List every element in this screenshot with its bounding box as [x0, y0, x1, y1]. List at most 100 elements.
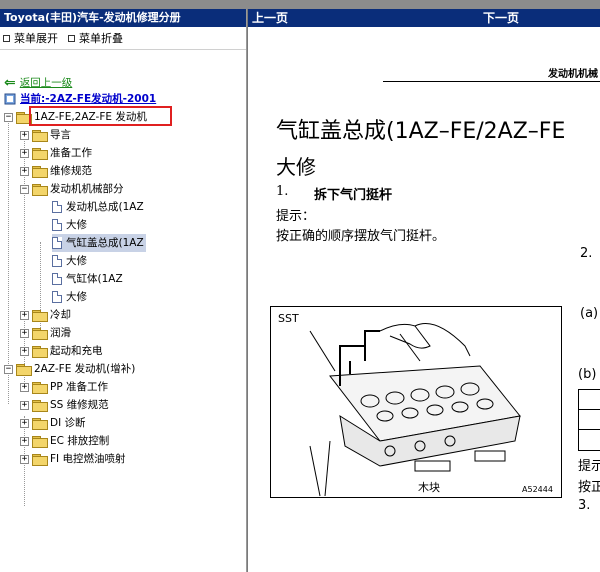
page-nav-bar: 上一页 下一页: [248, 9, 600, 27]
expand-node-icon[interactable]: +: [20, 130, 29, 140]
header-rule: [383, 81, 600, 82]
collapse-node-icon[interactable]: −: [20, 184, 29, 194]
tree-node-cylinder-block[interactable]: 气缸体(1AZ: [52, 270, 123, 288]
step-1-number: 1.: [276, 184, 289, 199]
page-icon: [52, 219, 62, 231]
tree-node-label: 大修: [66, 255, 87, 267]
tree-node-label: SS 维修规范: [50, 399, 109, 411]
folder-icon: [32, 327, 48, 340]
highlight-box: [29, 106, 172, 126]
tree-node-label: 冷却: [50, 309, 71, 321]
folder-icon: [32, 345, 48, 358]
expand-node-icon[interactable]: +: [20, 436, 29, 446]
open-folder-icon: [32, 183, 48, 196]
current-location-icon: [4, 93, 16, 105]
page-icon: [52, 273, 62, 285]
right-fragment-hint: 提示: [578, 459, 600, 474]
document-panel: 上一页 下一页 发动机机械 气缸盖总成(1AZ–FE/2AZ–FE 大修 1. …: [248, 9, 600, 572]
tree-node-label: 2AZ-FE 发动机(增补): [34, 363, 136, 375]
top-window-strip: [0, 0, 600, 9]
step-1-text: 拆下气门挺杆: [314, 188, 393, 203]
tree-node-label: 发动机机械部分: [50, 183, 124, 195]
folder-icon: [32, 399, 48, 412]
tree-node-ec-emission[interactable]: + EC 排放控制: [20, 432, 109, 450]
tree-node-label: DI 诊断: [50, 417, 86, 429]
folder-icon: [32, 453, 48, 466]
hint-label: 提示：: [276, 209, 316, 224]
nav-panel-title: Toyota(丰田)汽车-发动机修理分册: [0, 9, 246, 27]
page-icon: [52, 255, 62, 267]
expand-node-icon[interactable]: +: [20, 166, 29, 176]
expand-node-icon[interactable]: +: [20, 418, 29, 428]
menu-collapse-button[interactable]: 菜单折叠: [68, 30, 123, 46]
tree-node-label: 准备工作: [50, 147, 92, 159]
tree-node-fi-injection[interactable]: + FI 电控燃油喷射: [20, 450, 125, 468]
tree-node-engine-assembly[interactable]: 发动机总成(1AZ: [52, 198, 144, 216]
figure-id: A52444: [522, 485, 553, 494]
tree-node-overhaul[interactable]: 大修: [52, 288, 87, 306]
tree-node-lubrication[interactable]: + 润滑: [20, 324, 71, 342]
tree-node-label: 维修规范: [50, 165, 92, 177]
expand-node-icon[interactable]: +: [20, 310, 29, 320]
step-3-number: 3.: [578, 498, 591, 513]
nav-toolbar: 菜单展开 菜单折叠: [0, 27, 246, 50]
expand-node-icon[interactable]: +: [20, 382, 29, 392]
tree-node-overhaul[interactable]: 大修: [52, 216, 87, 234]
page-icon: [52, 237, 62, 249]
collapse-node-icon[interactable]: −: [4, 364, 13, 374]
collapse-node-icon[interactable]: −: [4, 112, 13, 122]
tree-node-label: FI 电控燃油喷射: [50, 453, 126, 465]
expand-node-icon[interactable]: +: [20, 346, 29, 356]
tree-node-label: 起动和充电: [50, 345, 103, 357]
menu-expand-button[interactable]: 菜单展开: [3, 30, 58, 46]
expand-node-icon[interactable]: +: [20, 400, 29, 410]
folder-icon: [32, 165, 48, 178]
sub-step-a: (a): [580, 306, 599, 321]
folder-icon: [32, 147, 48, 160]
tree-node-cylinder-head-selected[interactable]: 气缸盖总成(1AZ: [52, 234, 146, 252]
tree-node-introduction[interactable]: + 导言: [20, 126, 71, 144]
right-fragment-text: 按正: [578, 480, 600, 495]
engine-figure: SST 木块 A52444: [270, 306, 562, 498]
tree-node-label: 润滑: [50, 327, 71, 339]
doc-title: 气缸盖总成(1AZ–FE/2AZ–FE: [276, 119, 566, 144]
expand-node-icon[interactable]: +: [20, 328, 29, 338]
tree-node-label: 导言: [50, 129, 71, 141]
navigation-panel: Toyota(丰田)汽车-发动机修理分册 菜单展开 菜单折叠 ⇐ 返回上一级 当…: [0, 9, 247, 572]
tree-node-label: 发动机总成(1AZ: [66, 201, 144, 213]
spec-table-fragment: [578, 389, 600, 451]
collapse-icon: [68, 34, 75, 42]
tree-node-cooling[interactable]: + 冷却: [20, 306, 71, 324]
prev-page-button[interactable]: 上一页: [252, 9, 288, 27]
expand-node-icon[interactable]: +: [20, 454, 29, 464]
tree-node-engine-mechanical[interactable]: − 发动机机械部分: [20, 180, 124, 198]
tree-node-label: 大修: [66, 291, 87, 303]
menu-expand-label: 菜单展开: [14, 32, 58, 45]
tree-node-2az-supplement[interactable]: − 2AZ-FE 发动机(增补): [4, 360, 135, 378]
doc-header-section: 发动机机械: [548, 69, 598, 80]
next-page-button[interactable]: 下一页: [483, 9, 519, 27]
tree-node-starting-charging[interactable]: + 起动和充电: [20, 342, 103, 360]
folder-icon: [32, 435, 48, 448]
tree-node-preparation[interactable]: + 准备工作: [20, 144, 92, 162]
tree-node-service-spec[interactable]: + 维修规范: [20, 162, 92, 180]
expand-icon: [3, 34, 10, 42]
figure-label-sst: SST: [278, 312, 299, 325]
tree-node-label: PP 准备工作: [50, 381, 109, 393]
menu-collapse-label: 菜单折叠: [79, 32, 123, 45]
tree-node-overhaul[interactable]: 大修: [52, 252, 87, 270]
doc-subtitle: 大修: [276, 155, 316, 179]
hint-text: 按正确的顺序摆放气门挺杆。: [276, 229, 446, 244]
tree-node-pp-preparation[interactable]: + PP 准备工作: [20, 378, 108, 396]
folder-icon: [32, 129, 48, 142]
tree-node-di-diagnosis[interactable]: + DI 诊断: [20, 414, 86, 432]
tree-node-ss-spec[interactable]: + SS 维修规范: [20, 396, 109, 414]
tree-node-label: 气缸盖总成(1AZ: [66, 237, 144, 249]
folder-icon: [32, 309, 48, 322]
expand-node-icon[interactable]: +: [20, 148, 29, 158]
tree-node-label: 大修: [66, 219, 87, 231]
open-folder-icon: [16, 363, 32, 376]
page-icon: [52, 291, 62, 303]
page-icon: [52, 201, 62, 213]
folder-icon: [32, 417, 48, 430]
